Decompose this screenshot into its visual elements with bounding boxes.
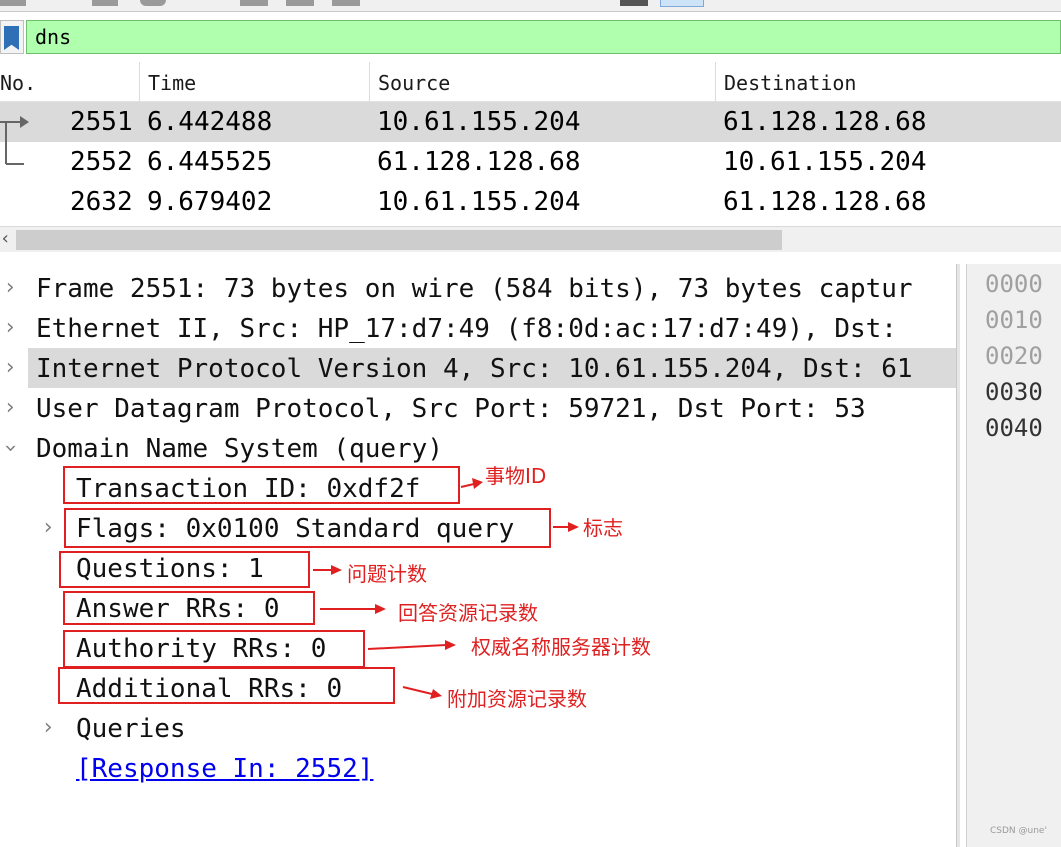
scrollbar-thumb[interactable] [16,230,782,250]
watermark: CSDN @une' [990,826,1047,836]
byte-offset: 0030 [985,378,1043,406]
response-line-icon [5,142,24,165]
annotation-box-authority-rrs [63,630,365,668]
detail-row-frame[interactable]: › Frame 2551: 73 bytes on wire (584 bits… [0,268,956,308]
toolbar-button[interactable] [286,0,314,6]
detail-row-response-in[interactable]: [Response In: 2552] [0,748,956,788]
bookmark-icon [4,26,19,50]
response-in-link[interactable]: [Response In: 2552] [76,748,373,790]
toolbar-button[interactable] [92,0,118,6]
detail-row-label: Internet Protocol Version 4, Src: 10.61.… [36,354,913,384]
packet-destination: 61.128.128.68 [723,187,927,217]
column-header-time[interactable]: Time [140,62,370,102]
chevron-right-icon[interactable]: › [0,268,20,308]
packet-list-header: No. Time Source Destination [0,62,1061,102]
packet-row[interactable]: 2551 6.442488 10.61.155.204 61.128.128.6… [0,102,1061,142]
packet-list-hscrollbar[interactable]: ‹ [0,226,1061,252]
annotation-box-questions [59,551,310,588]
toolbar-button[interactable] [240,0,268,6]
pane-splitter[interactable] [956,264,960,847]
chevron-down-icon[interactable]: › [0,438,30,458]
main-toolbar [0,0,1061,12]
detail-row-udp[interactable]: › User Datagram Protocol, Src Port: 5972… [0,388,956,428]
toolbar-button[interactable] [0,0,26,6]
annotation-label-authority-rrs: 权威名称服务器计数 [471,635,651,659]
annotation-box-transaction-id [63,466,460,504]
byte-offset: 0020 [985,342,1043,370]
packet-bytes-pane: 0000 0010 0020 0030 0040 [966,264,1061,847]
detail-row-dns[interactable]: › Domain Name System (query) [0,428,956,468]
chevron-right-icon[interactable]: › [0,388,20,428]
chevron-right-icon[interactable]: › [0,308,20,348]
annotation-box-additional-rrs [58,667,395,704]
display-filter-input[interactable]: dns [26,20,1061,54]
toolbar-button[interactable] [620,0,648,6]
packet-destination: 10.61.155.204 [723,147,927,177]
packet-time: 6.442488 [147,107,273,137]
detail-row-label: User Datagram Protocol, Src Port: 59721,… [36,394,866,424]
packet-source: 10.61.155.204 [377,187,581,217]
detail-row-ip[interactable]: Internet Protocol Version 4, Src: 10.61.… [28,348,956,388]
annotation-label-flags: 标志 [583,516,623,540]
scroll-left-icon[interactable]: ‹ [0,228,11,249]
column-header-destination[interactable]: Destination [716,62,1061,102]
packet-source: 10.61.155.204 [377,107,581,137]
detail-row-queries[interactable]: › Queries [0,708,956,748]
column-header-no[interactable]: No. [0,62,140,102]
request-arrow-icon [0,116,29,142]
detail-row-label: Domain Name System (query) [36,434,443,464]
filter-bookmark-button[interactable] [0,20,24,54]
packet-time: 9.679402 [147,187,273,217]
detail-row-ethernet[interactable]: › Ethernet II, Src: HP_17:d7:49 (f8:0d:a… [0,308,956,348]
chevron-right-icon[interactable]: › [38,708,58,748]
packet-time: 6.445525 [147,147,273,177]
packet-no: 2552 [70,147,133,177]
packet-no: 2632 [70,187,133,217]
packet-source: 61.128.128.68 [377,147,581,177]
column-header-source[interactable]: Source [370,62,716,102]
byte-offset: 0000 [985,270,1043,298]
display-filter-bar: dns [0,18,1061,56]
toolbar-button-active[interactable] [660,0,704,7]
toolbar-button[interactable] [140,0,166,6]
toolbar-button[interactable] [332,0,360,6]
annotation-box-answer-rrs [63,591,315,625]
detail-row-label: Frame 2551: 73 bytes on wire (584 bits),… [36,274,913,304]
detail-row-label: Queries [76,714,186,744]
annotation-label-questions: 问题计数 [347,562,427,586]
packet-list: No. Time Source Destination 2551 6.44248… [0,62,1061,252]
annotation-box-flags [64,508,551,548]
packet-no: 2551 [70,107,133,137]
packet-destination: 61.128.128.68 [723,107,927,137]
byte-offset: 0040 [985,414,1043,442]
annotation-label-additional-rrs: 附加资源记录数 [447,687,587,711]
annotation-label-transaction-id: 事物ID [485,464,547,488]
chevron-right-icon[interactable]: › [0,348,20,388]
packet-row[interactable]: 2552 6.445525 61.128.128.68 10.61.155.20… [0,142,1061,182]
annotation-label-answer-rrs: 回答资源记录数 [398,601,538,625]
packet-row[interactable]: 2632 9.679402 10.61.155.204 61.128.128.6… [0,182,1061,222]
chevron-right-icon[interactable]: › [38,508,58,548]
byte-offset: 0010 [985,306,1043,334]
detail-row-label: Ethernet II, Src: HP_17:d7:49 (f8:0d:ac:… [36,314,897,344]
